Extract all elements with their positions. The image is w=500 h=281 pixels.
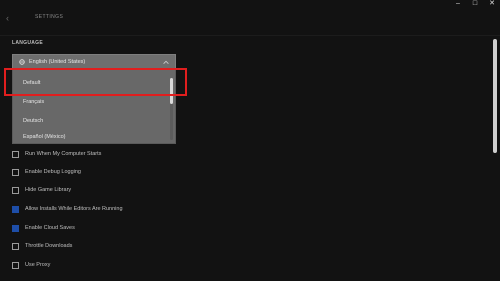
language-option-deutsch[interactable]: Deutsch xyxy=(23,118,43,124)
checkbox[interactable] xyxy=(12,150,19,158)
window-controls: – □ ✕ xyxy=(454,0,496,8)
chevron-up-icon xyxy=(163,60,169,64)
option-label: Enable Debug Logging xyxy=(25,169,81,175)
option-allow-installs-while-editors[interactable]: Allow Installs While Editors Are Running xyxy=(12,205,123,213)
option-label: Run When My Computer Starts xyxy=(25,151,102,157)
checkbox[interactable] xyxy=(12,224,19,232)
option-run-on-startup[interactable]: Run When My Computer Starts xyxy=(12,150,101,158)
option-hide-game-library[interactable]: Hide Game Library xyxy=(12,186,71,194)
language-select[interactable]: English (United States) xyxy=(12,54,176,69)
option-label: Use Proxy xyxy=(25,262,51,268)
globe-icon xyxy=(19,59,25,65)
close-button[interactable]: ✕ xyxy=(488,0,496,8)
language-option-francais[interactable]: Français xyxy=(23,99,44,105)
checkbox[interactable] xyxy=(12,205,19,213)
title-bar: ‹ SETTINGS – □ ✕ xyxy=(0,0,500,36)
option-label: Throttle Downloads xyxy=(25,243,73,249)
language-section-label: LANGUAGE xyxy=(12,40,44,46)
option-throttle-downloads[interactable]: Throttle Downloads xyxy=(12,242,72,250)
back-arrow-icon[interactable]: ‹ xyxy=(6,13,16,23)
option-use-proxy[interactable]: Use Proxy xyxy=(12,261,50,269)
option-label: Enable Cloud Saves xyxy=(25,225,75,231)
option-debug-logging[interactable]: Enable Debug Logging xyxy=(12,168,81,176)
minimize-button[interactable]: – xyxy=(454,0,462,8)
option-label: Allow Installs While Editors Are Running xyxy=(25,206,123,212)
option-cloud-saves[interactable]: Enable Cloud Saves xyxy=(12,224,75,232)
checkbox[interactable] xyxy=(12,242,19,250)
checkbox[interactable] xyxy=(12,168,19,176)
checkbox[interactable] xyxy=(12,186,19,194)
checkbox[interactable] xyxy=(12,261,19,269)
maximize-button[interactable]: □ xyxy=(471,0,479,8)
language-selected-value: English (United States) xyxy=(29,59,86,65)
highlight-box xyxy=(4,68,187,96)
option-label: Hide Game Library xyxy=(25,187,72,193)
page-title: SETTINGS xyxy=(35,14,64,20)
language-option-espanol-mexico[interactable]: Español (México) xyxy=(23,134,66,140)
main-scrollbar[interactable] xyxy=(493,39,497,153)
